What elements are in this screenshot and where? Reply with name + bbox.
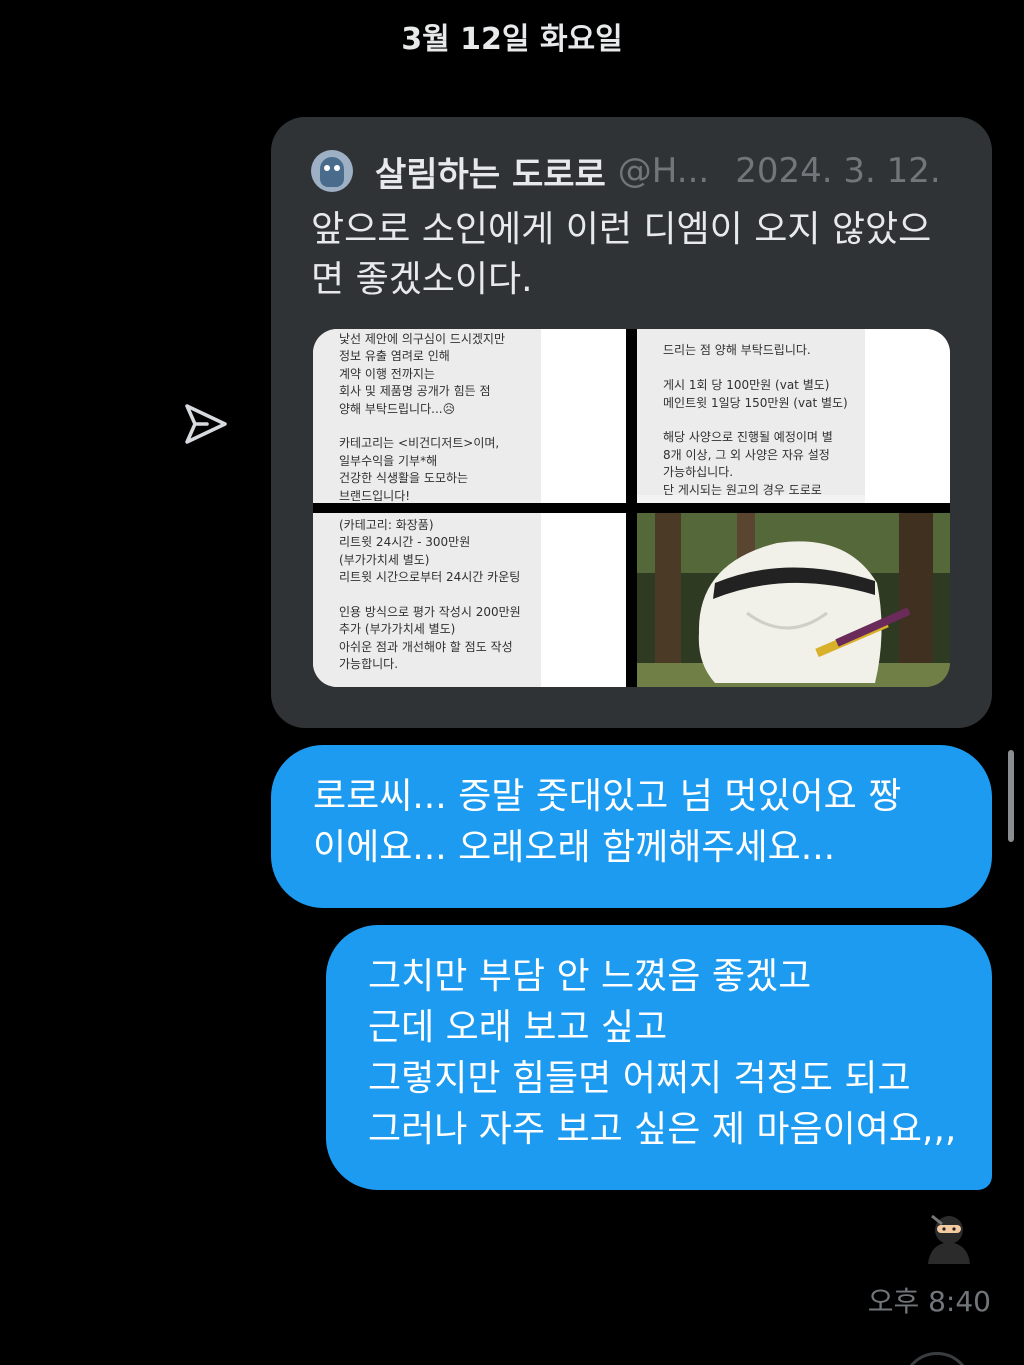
date-header: 3월 12일 화요일: [401, 22, 623, 57]
message-text-line: 그치만 부담 안 느꼈음 좋겠고: [368, 956, 812, 997]
screenshot-text-line: 가능합니다.: [339, 657, 399, 672]
composer-button-edge[interactable]: [902, 1352, 972, 1365]
screenshot-text-line: 리트윗 24시간 - 300만원: [339, 535, 471, 550]
screenshot-text-line: 추가 (부가가치세 별도): [339, 622, 456, 637]
message-text-line: 로로씨... 증말 줏대있고 넘 멋있어요 짱: [313, 776, 902, 817]
screenshot-text-line: 아쉬운 점과 개선해야 할 점도 작성: [339, 639, 513, 654]
screenshot-text-line: 해당 사양으로 진행될 예정이며 별: [663, 430, 833, 445]
screenshot-text-line: (카테고리: 화장품): [339, 518, 434, 532]
screenshot-text-line: 정보 유출 염려로 인해: [339, 349, 450, 364]
quoted-post-header: 살림하는 도로로 @H... 2024. 3. 12.: [311, 147, 971, 195]
screenshot-text-line: [663, 360, 865, 377]
screenshot-text-line: 카테고리는 <비건디저트>이며,: [339, 436, 500, 451]
scrollbar[interactable]: [1008, 750, 1014, 842]
quoted-post-date: 2024. 3. 12.: [735, 151, 941, 191]
quoted-author-handle: @H...: [617, 151, 710, 191]
ninja-emoji-icon[interactable]: [922, 1210, 976, 1264]
message-text-line: 그러나 자주 보고 싶은 제 마음이여요,,,: [368, 1109, 957, 1150]
cartoon-character-illustration: [637, 513, 950, 687]
message-timestamp: 오후 8:40: [867, 1285, 991, 1318]
screenshot-text-line: 가능하십니다.: [663, 465, 734, 480]
message-text-line: 근데 오래 보고 싶고: [368, 1007, 668, 1048]
screenshot-text-line: (부가가치세 별도): [339, 552, 430, 567]
screenshot-text-line: 8개 이상, 그 외 사양은 자유 설정: [663, 447, 830, 462]
screenshot-text-line: 메인트윗 1일당 150만원 (vat 별도): [663, 395, 848, 410]
screenshot-text-line: 드리는 점 양해 부탁드립니다.: [663, 343, 811, 358]
quoted-post-text: 앞으로 소인에게 이런 디엠이 오지 않았으 면 좋겠소이다.: [311, 205, 951, 305]
quoted-post-card[interactable]: 살림하는 도로로 @H... 2024. 3. 12. 앞으로 소인에게 이런 …: [271, 117, 992, 728]
media-image-1[interactable]: 낯선 제안에 의구심이 드시겠지만 정보 유출 염려로 인해 계약 이행 전까지…: [313, 329, 626, 503]
message-bubble[interactable]: 로로씨... 증말 줏대있고 넘 멋있어요 짱 이에요... 오래오래 함께해주…: [271, 745, 992, 908]
message-bubble[interactable]: 그치만 부담 안 느꼈음 좋겠고 근데 오래 보고 싶고 그렇지만 힘들면 어쩌…: [326, 925, 992, 1190]
media-image-3[interactable]: (카테고리: 화장품) 리트윗 24시간 - 300만원 (부가가치세 별도) …: [313, 513, 626, 687]
message-text-line: 이에요... 오래오래 함께해주세요...: [313, 827, 836, 868]
media-grid: 낯선 제안에 의구심이 드시겠지만 정보 유출 염려로 인해 계약 이행 전까지…: [313, 329, 950, 687]
screenshot-text-line: 브랜드입니다!: [339, 488, 411, 503]
screenshot-text-line: 계약 이행 전까지는: [339, 366, 435, 381]
screenshot-text-line: [663, 329, 865, 342]
screenshot-text-line: 일부수익을 기부*해: [339, 453, 438, 468]
screenshot-text-line: 단 게시되는 원고의 경우 도로로: [663, 482, 822, 497]
screenshot-text-line: [339, 418, 541, 435]
screenshot-text-line: 리트윗 시간으로부터 24시간 카운팅: [339, 570, 521, 585]
screenshot-text-line: 인용 방식으로 평가 작성시 200만원: [339, 604, 521, 619]
quoted-text-line: 면 좋겠소이다.: [311, 259, 533, 300]
message-text-line: 그렇지만 힘들면 어쩌지 걱정도 되고: [368, 1058, 911, 1099]
avatar: [311, 150, 353, 192]
screenshot-text-line: [663, 412, 865, 429]
screenshot-text-line: [339, 587, 541, 604]
media-image-2[interactable]: 드리는 점 양해 부탁드립니다. 게시 1회 당 100만원 (vat 별도) …: [637, 329, 950, 503]
screenshot-text-line: 양해 부탁드립니다...😥: [339, 401, 456, 416]
screenshot-text-line: 회사 및 제품명 공개가 힘든 점: [339, 384, 491, 399]
media-image-4[interactable]: [637, 513, 950, 687]
share-send-icon[interactable]: [183, 402, 229, 446]
dm-screenshot: 낯선 제안에 의구심이 드시겠지만 정보 유출 염려로 인해 계약 이행 전까지…: [313, 329, 541, 503]
dm-screenshot: (카테고리: 화장품) 리트윗 24시간 - 300만원 (부가가치세 별도) …: [313, 513, 541, 687]
quoted-author-name: 살림하는 도로로: [375, 154, 606, 195]
screenshot-text-line: 낯선 제안에 의구심이 드시겠지만: [339, 332, 506, 346]
screenshot-text-line: 건강한 식생활을 도모하는: [339, 471, 469, 486]
dm-conversation: 3월 12일 화요일 살림하는 도로로 @H... 2024. 3. 12. 앞…: [0, 0, 1024, 1365]
screenshot-text-line: 게시 1회 당 100만원 (vat 별도): [663, 378, 830, 393]
quoted-text-line: 앞으로 소인에게 이런 디엠이 오지 않았으: [311, 209, 932, 250]
dm-screenshot: 드리는 점 양해 부탁드립니다. 게시 1회 당 100만원 (vat 별도) …: [637, 329, 865, 497]
